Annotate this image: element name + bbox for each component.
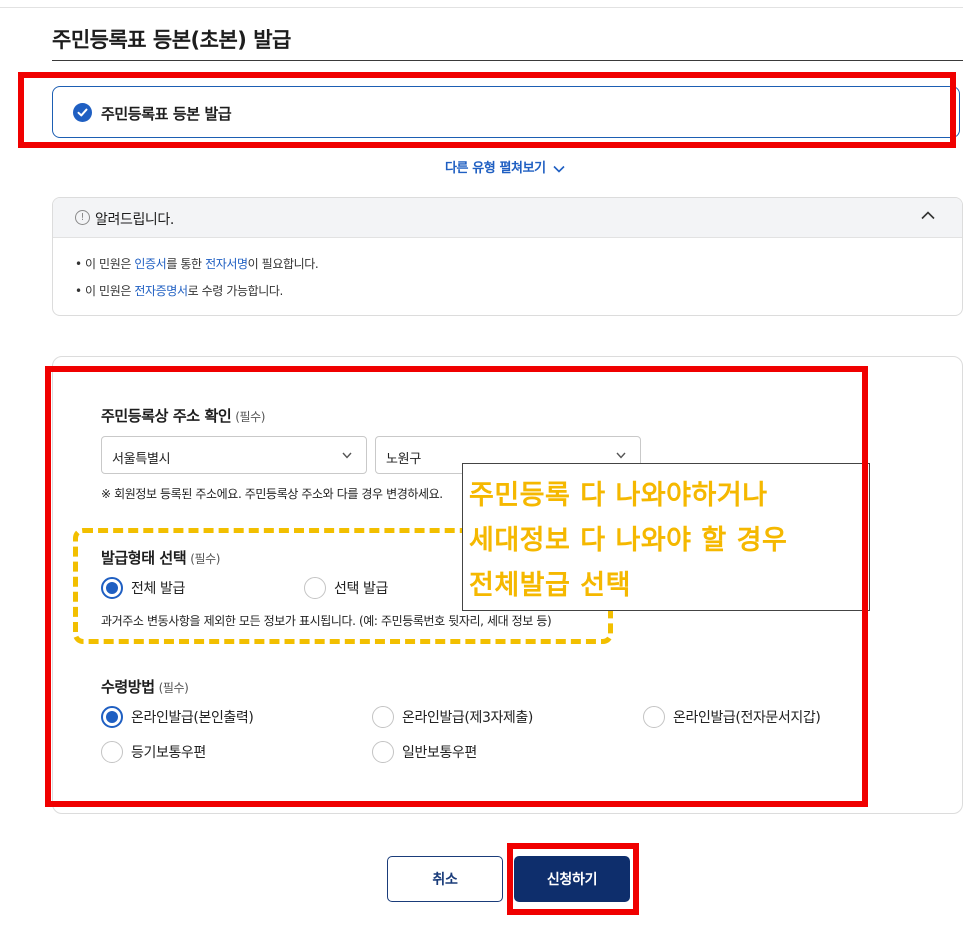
radio-partial-issue[interactable]: 선택 발급 xyxy=(304,577,388,599)
radio-label: 전체 발급 xyxy=(131,581,185,597)
radio-indicator[interactable] xyxy=(101,577,123,599)
issue-form-description: 과거주소 변동사항을 제외한 모든 정보가 표시됩니다. (예: 주민등록번호 … xyxy=(101,614,552,628)
notice-text: 를 통한 xyxy=(166,257,206,271)
chevron-down-icon xyxy=(553,165,565,173)
page-title: 주민등록표 등본(초본) 발급 xyxy=(52,28,291,52)
annotation-line: 주민등록 다 나와야하거나 xyxy=(469,480,768,511)
radio-full-issue[interactable]: 전체 발급 xyxy=(101,577,185,599)
title-divider xyxy=(52,60,963,61)
required-label: (필수) xyxy=(235,410,266,424)
sigungu-value: 노원구 xyxy=(386,452,421,467)
notice-header[interactable]: ! 알려드립니다. xyxy=(53,198,962,238)
annotation-line: 전체발급 선택 xyxy=(469,570,631,601)
radio-registered-mail[interactable]: 등기보통우편 xyxy=(101,741,206,763)
radio-label: 등기보통우편 xyxy=(131,745,206,761)
address-section-title: 주민등록상 주소 확인 (필수) xyxy=(101,405,265,426)
annotation-callout: 주민등록 다 나와야하거나 세대정보 다 나와야 할 경우 전체발급 선택 xyxy=(462,463,870,611)
radio-label: 온라인발급(전자문서지갑) xyxy=(673,710,821,726)
radio-online-third-party[interactable]: 온라인발급(제3자제출) xyxy=(372,706,533,728)
radio-label: 온라인발급(제3자제출) xyxy=(402,710,533,726)
sido-value: 서울특별시 xyxy=(112,452,171,467)
notice-text: 이 민원은 xyxy=(85,284,135,298)
bullet: • xyxy=(75,284,82,298)
radio-label: 선택 발급 xyxy=(334,581,388,597)
address-title-text: 주민등록상 주소 확인 xyxy=(101,407,232,425)
more-types-link[interactable]: 다른 유형 펼쳐보기 xyxy=(445,157,565,176)
top-strip xyxy=(0,0,963,8)
e-signature-link[interactable]: 전자서명 xyxy=(205,257,248,271)
notice-line-signature: • 이 민원은 인증서를 통한 전자서명이 필요합니다. xyxy=(75,255,319,272)
notice-text: 이 필요합니다. xyxy=(247,257,319,271)
radio-indicator[interactable] xyxy=(372,706,394,728)
receive-method-section-title: 수령방법 (필수) xyxy=(101,676,189,697)
address-hint: ※ 회원정보 등록된 주소에요. 주민등록상 주소와 다를 경우 변경하세요. xyxy=(101,487,443,501)
sido-select[interactable]: 서울특별시 xyxy=(101,436,367,474)
check-circle-icon xyxy=(73,103,92,122)
more-types-label: 다른 유형 펼쳐보기 xyxy=(445,161,546,176)
notice-title: 알려드립니다. xyxy=(95,212,174,228)
radio-regular-mail[interactable]: 일반보통우편 xyxy=(372,741,477,763)
issue-form-section-title: 발급형태 선택 (필수) xyxy=(101,547,220,568)
required-label: (필수) xyxy=(190,552,221,566)
receive-method-title-text: 수령방법 xyxy=(101,678,155,696)
radio-indicator[interactable] xyxy=(101,706,123,728)
radio-indicator[interactable] xyxy=(101,741,123,763)
radio-indicator[interactable] xyxy=(372,741,394,763)
annotation-line: 세대정보 다 나와야 할 경우 xyxy=(469,525,788,556)
notice-panel: ! 알려드립니다. • 이 민원은 인증서를 통한 전자서명이 필요합니다. • 이… xyxy=(52,197,963,316)
radio-online-e-wallet[interactable]: 온라인발급(전자문서지갑) xyxy=(643,706,821,728)
submit-button[interactable]: 신청하기 xyxy=(514,856,630,902)
notice-text: 이 민원은 xyxy=(85,257,135,271)
radio-indicator[interactable] xyxy=(643,706,665,728)
info-icon: ! xyxy=(75,210,90,225)
issue-form-title-text: 발급형태 선택 xyxy=(101,549,187,567)
notice-line-certificate: • 이 민원은 전자증명서로 수령 가능합니다. xyxy=(75,282,283,299)
chevron-down-icon xyxy=(342,452,352,459)
e-certificate-link[interactable]: 전자증명서 xyxy=(134,284,188,298)
issue-type-label: 주민등록표 등본 발급 xyxy=(101,105,232,123)
radio-online-self-print[interactable]: 온라인발급(본인출력) xyxy=(101,706,254,728)
bullet: • xyxy=(75,257,82,271)
cancel-button[interactable]: 취소 xyxy=(387,856,503,902)
certificate-link[interactable]: 인증서 xyxy=(134,257,166,271)
radio-indicator[interactable] xyxy=(304,577,326,599)
radio-label: 온라인발급(본인출력) xyxy=(131,710,254,726)
required-label: (필수) xyxy=(158,681,189,695)
notice-text: 로 수령 가능합니다. xyxy=(187,284,284,298)
chevron-up-icon[interactable] xyxy=(921,211,935,220)
radio-label: 일반보통우편 xyxy=(402,745,477,761)
issue-type-card[interactable]: 주민등록표 등본 발급 xyxy=(52,86,960,138)
chevron-down-icon xyxy=(616,452,626,459)
